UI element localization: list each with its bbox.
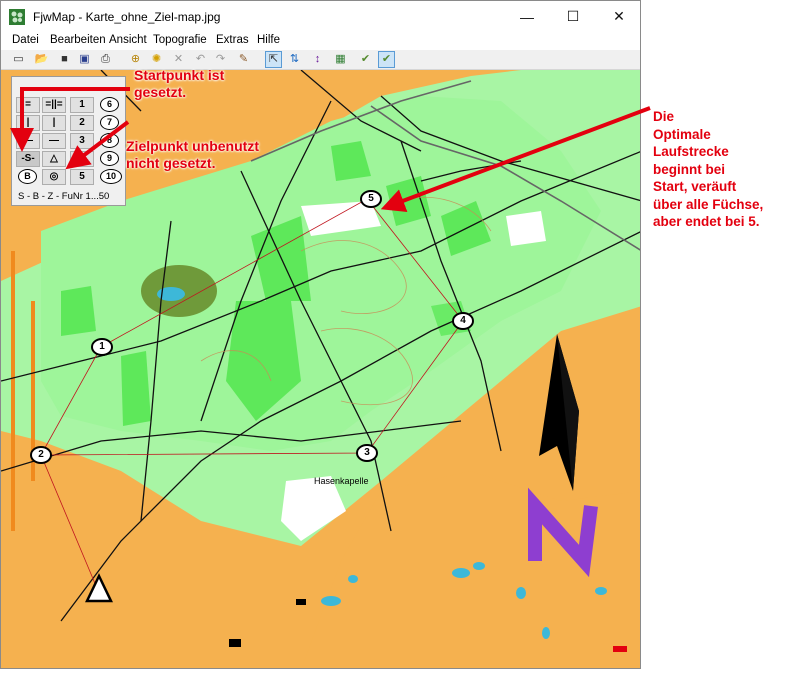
annotation-goal: Zielpunkt unbenutzt nicht gesetzt.	[126, 138, 259, 171]
annotation-start: Startpunkt ist gesetzt.	[134, 67, 225, 100]
annotation-route: Die Optimale Laufstrecke beginnt bei Sta…	[653, 109, 764, 229]
annotation-arrows	[10, 87, 651, 213]
